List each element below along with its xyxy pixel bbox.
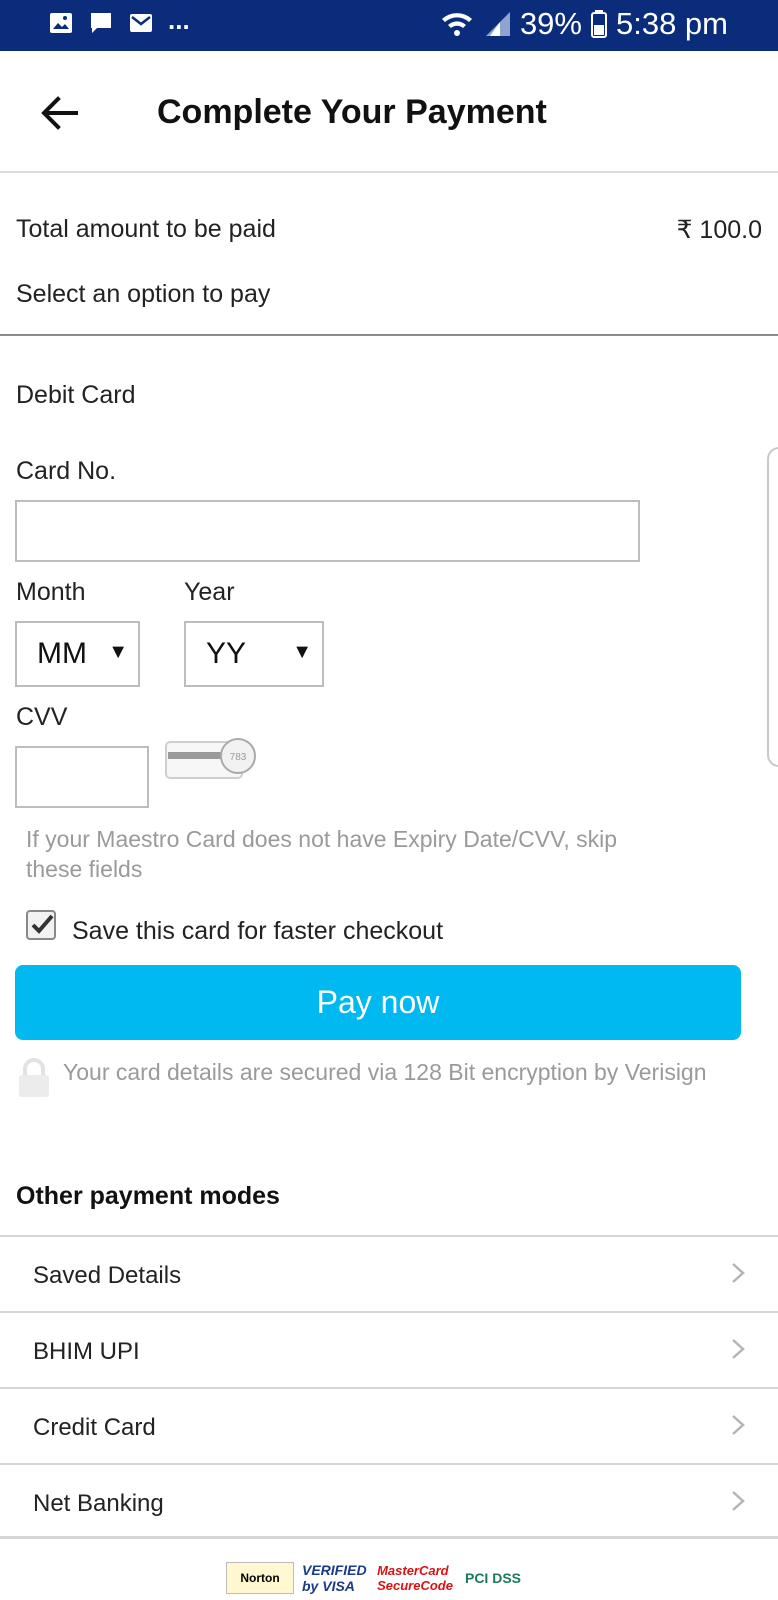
total-amount-value: ₹ 100.0 [676, 216, 762, 244]
battery-icon [590, 10, 607, 38]
month-select[interactable]: MM ▼ [15, 621, 140, 687]
clock: 5:38 pm [615, 6, 728, 41]
cvv-label: CVV [16, 703, 68, 731]
payment-mode-label: Credit Card [33, 1414, 156, 1441]
chevron-right-icon [732, 1339, 745, 1359]
image-icon [50, 13, 72, 33]
other-payment-modes-title: Other payment modes [16, 1182, 280, 1210]
email-icon [130, 14, 152, 32]
pci-dss-logo: PCI DSS [464, 1570, 521, 1586]
card-number-label: Card No. [16, 457, 117, 485]
chevron-right-icon [732, 1491, 745, 1511]
message-icon [91, 13, 111, 33]
signal-icon [485, 12, 510, 36]
payment-mode-bhim-upi[interactable]: BHIM UPI [0, 1311, 778, 1387]
payment-mode-credit-card[interactable]: Credit Card [0, 1387, 778, 1463]
payment-mode-label: BHIM UPI [33, 1338, 140, 1365]
payment-mode-label: Saved Details [33, 1262, 182, 1289]
verified-by-visa-logo: VERIFIED by VISA [302, 1562, 367, 1594]
status-bar: ... 39% 5:38 pm [0, 0, 778, 51]
notification-icons: ... [48, 5, 190, 36]
back-arrow-icon[interactable] [38, 91, 82, 135]
save-card-label: Save this card for faster checkout [72, 917, 444, 945]
divider [0, 334, 778, 336]
system-indicators: 39% 5:38 pm [440, 6, 728, 42]
checkmark-icon [31, 914, 54, 934]
page-title: Complete Your Payment [157, 93, 547, 131]
trust-badges: Norton VERIFIED by VISA MasterCard Secur… [226, 1558, 536, 1598]
maestro-note: If your Maestro Card does not have Expir… [26, 826, 618, 882]
month-label: Month [16, 578, 86, 606]
total-amount-label: Total amount to be paid [16, 215, 276, 243]
side-panel-handle[interactable] [767, 447, 778, 767]
app-bar: Complete Your Payment [0, 51, 778, 173]
chevron-right-icon [732, 1263, 745, 1283]
payment-mode-saved-details[interactable]: Saved Details [0, 1235, 778, 1311]
cvv-card-hint-icon: 783 [165, 738, 256, 779]
year-label: Year [184, 578, 235, 606]
dropdown-arrow-icon: ▼ [292, 641, 312, 663]
payment-mode-net-banking[interactable]: Net Banking [0, 1463, 778, 1539]
chevron-right-icon [732, 1415, 745, 1435]
cvv-input[interactable] [15, 746, 149, 808]
payment-modes-list: Saved Details BHIM UPI Credit Card Net B… [0, 1235, 778, 1539]
year-select[interactable]: YY ▼ [184, 621, 324, 687]
select-option-prompt: Select an option to pay [16, 280, 271, 308]
battery-percent: 39% [519, 6, 582, 41]
payment-mode-label: Net Banking [33, 1490, 164, 1517]
norton-badge-logo: Norton [226, 1562, 294, 1594]
card-number-input[interactable] [15, 500, 640, 562]
dropdown-arrow-icon: ▼ [108, 641, 128, 663]
card-type-heading: Debit Card [16, 381, 136, 409]
wifi-icon [441, 13, 472, 36]
cvv-hint-number: 783 [230, 752, 247, 763]
save-card-checkbox[interactable] [26, 910, 56, 940]
secure-note: Your card details are secured via 128 Bi… [63, 1059, 707, 1085]
more-notifications: ... [168, 4, 190, 35]
lock-icon [19, 1058, 49, 1097]
year-select-value: YY [206, 637, 247, 670]
month-select-value: MM [37, 637, 87, 670]
pay-now-button[interactable]: Pay now [15, 965, 741, 1040]
mastercard-securecode-logo: MasterCard SecureCode [377, 1563, 453, 1593]
